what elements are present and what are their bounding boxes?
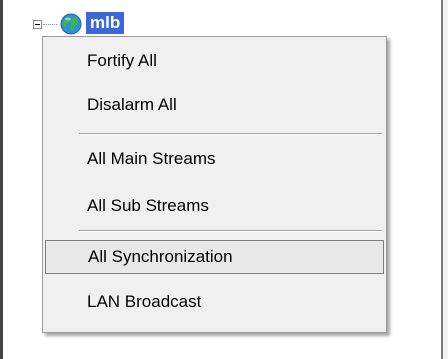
menu-item-fortify-all[interactable]: Fortify All xyxy=(45,44,384,78)
menu-separator xyxy=(79,230,382,232)
tree-connector-line xyxy=(43,24,57,26)
menu-item-lan-broadcast[interactable]: LAN Broadcast xyxy=(45,285,384,319)
globe-icon xyxy=(60,13,82,35)
tree-node-label[interactable]: mlb xyxy=(86,12,125,34)
collapse-minus-icon[interactable] xyxy=(33,20,42,29)
menu-item-all-main-streams[interactable]: All Main Streams xyxy=(45,142,384,176)
context-menu: Fortify All Disalarm All All Main Stream… xyxy=(42,36,387,333)
menu-item-disalarm-all[interactable]: Disalarm All xyxy=(45,88,384,122)
menu-item-all-synchronization[interactable]: All Synchronization xyxy=(45,240,384,274)
menu-item-all-sub-streams[interactable]: All Sub Streams xyxy=(45,189,384,223)
menu-separator xyxy=(79,133,382,135)
